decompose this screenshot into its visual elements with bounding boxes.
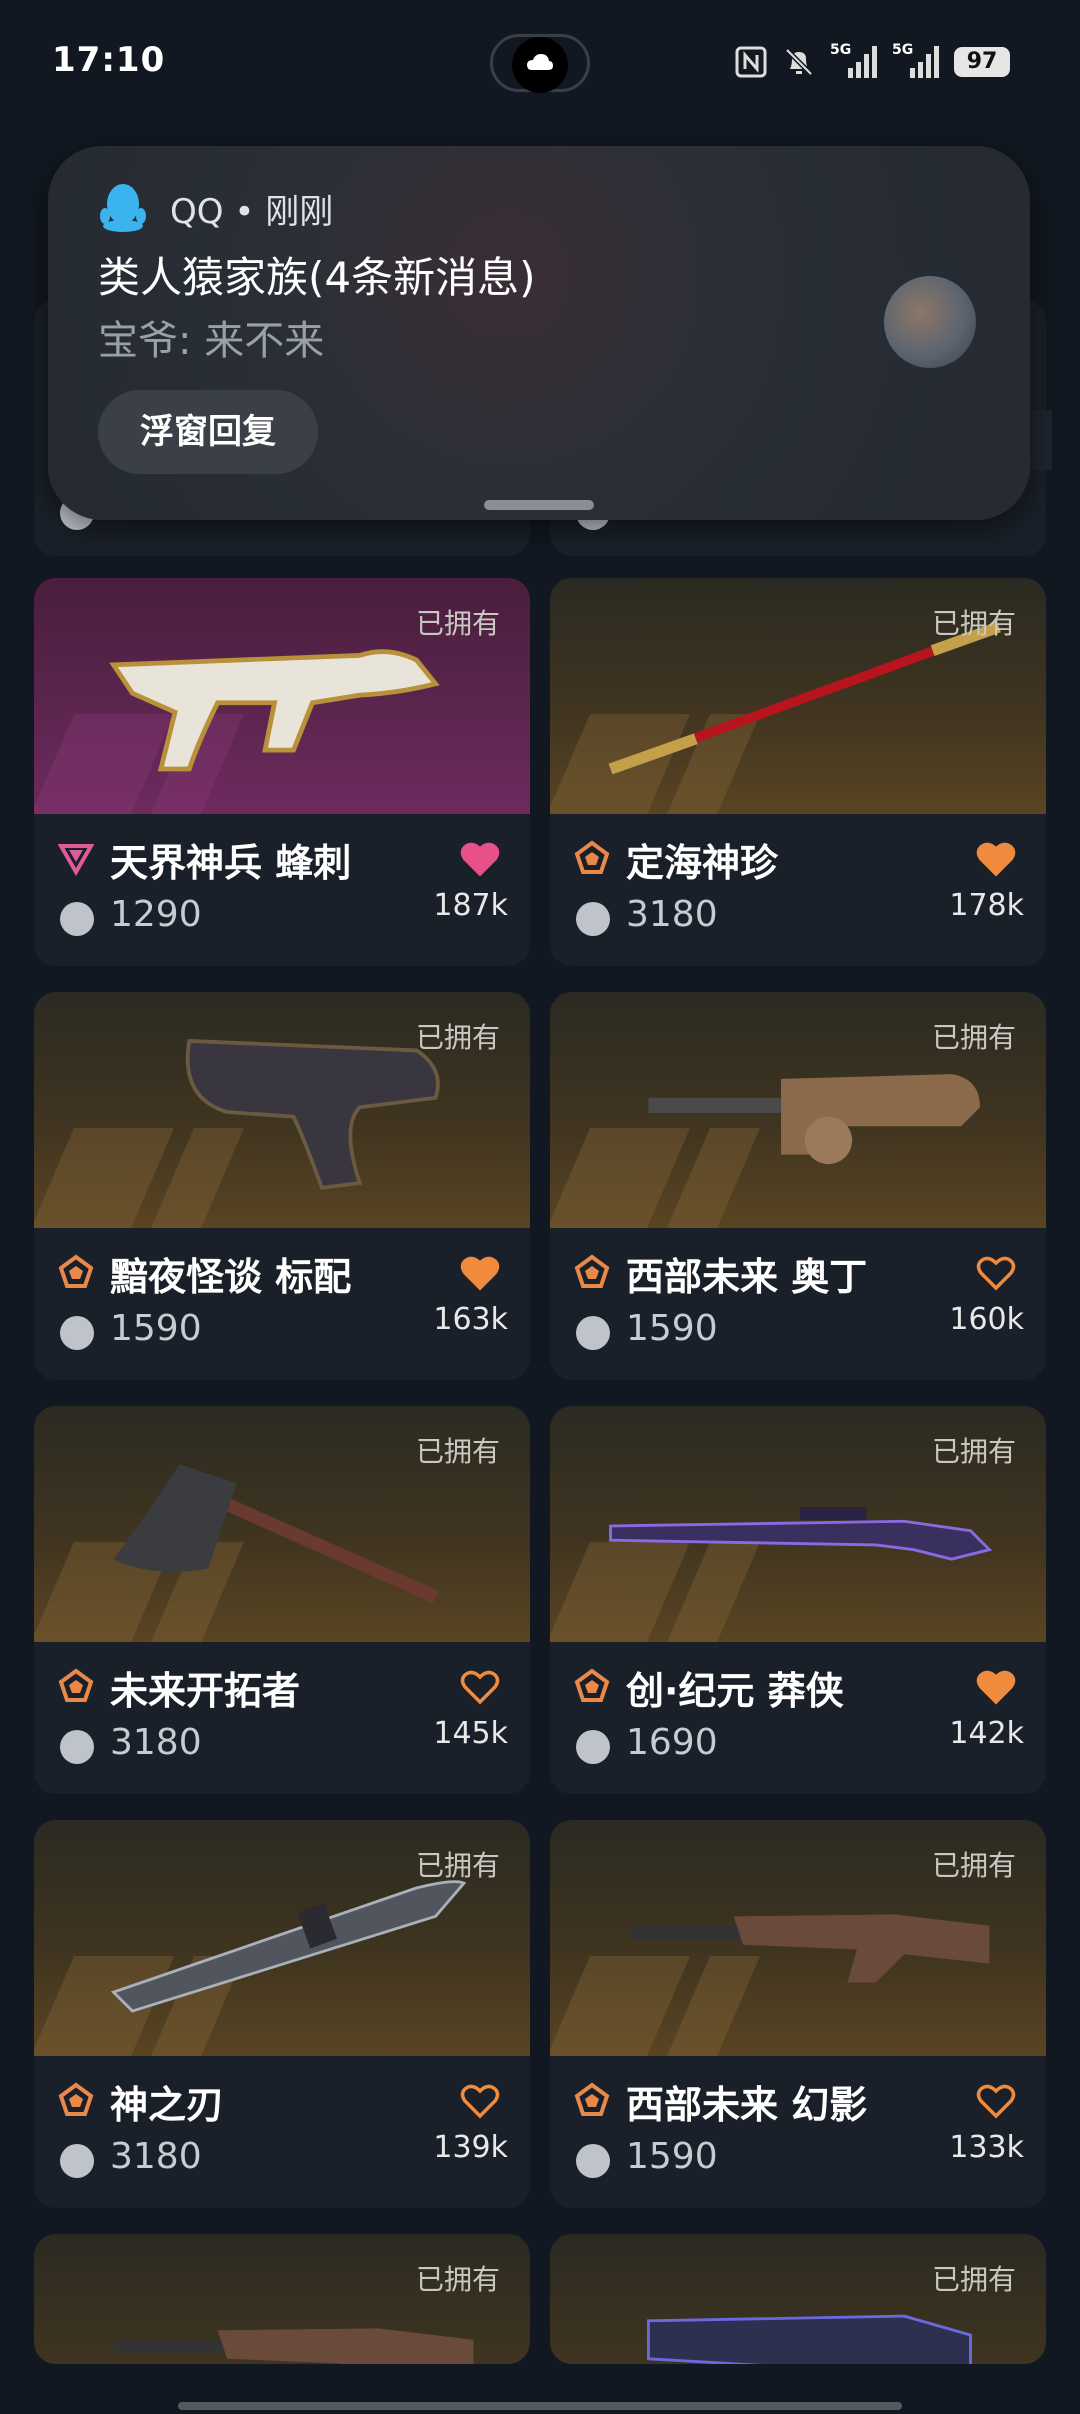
signal-icon-2: 5G [892,42,940,82]
tier-premium-icon [574,840,610,874]
favorite-heart-icon[interactable] [976,2082,1016,2120]
currency-icon [576,2144,610,2178]
notification-app-label: QQ • 刚刚 [170,192,334,232]
weapon-image: 已拥有 [550,2234,1046,2364]
weapon-card[interactable]: 已拥有 天界神兵 蜂刺 1290 187k [34,578,530,966]
weapon-name: 黯夜怪谈 标配 [110,1255,352,1299]
notification-drag-handle[interactable] [484,500,594,510]
currency-icon [60,902,94,936]
signal-icon-1: 5G [830,42,878,82]
weapon-name: 天界神兵 蜂刺 [110,841,352,885]
weapon-image: 已拥有 [34,578,530,814]
weapon-price: 3180 [626,894,718,935]
weapon-price: 3180 [110,2136,202,2177]
notification-title: 类人猿家族(4条新消息) [98,253,536,302]
weapon-image: 已拥有 [34,1406,530,1642]
favorite-heart-icon[interactable] [976,840,1016,878]
weapon-image: 已拥有 [34,2234,530,2364]
weapon-name: 未来开拓者 [110,1669,301,1713]
hotspot-indicator [490,34,590,93]
like-count: 187k [433,888,508,923]
owned-label: 已拥有 [415,1435,500,1468]
home-indicator[interactable] [178,2402,902,2410]
weapon-price: 1590 [626,1308,718,1349]
owned-label: 已拥有 [931,1849,1016,1882]
weapon-name: 西部未来 奥丁 [626,1255,868,1299]
nfc-icon [735,46,767,78]
like-count: 160k [949,1302,1024,1337]
weapon-image: 已拥有 [550,578,1046,814]
like-count: 142k [949,1716,1024,1751]
tier-premium-icon [58,1668,94,1702]
favorite-heart-icon[interactable] [460,840,500,878]
weapon-card[interactable]: 已拥有 定海神珍 3180 178k [550,578,1046,966]
weapon-card[interactable]: 已拥有 未来开拓者 3180 145k [34,1406,530,1794]
weapon-image: 已拥有 [34,1820,530,2056]
weapon-image: 已拥有 [550,992,1046,1228]
bell-muted-icon [785,48,813,76]
currency-icon [60,1316,94,1350]
weapon-name: 神之刃 [110,2083,225,2127]
tier-premium-icon [574,1254,610,1288]
favorite-heart-icon[interactable] [976,1254,1016,1292]
weapon-price: 1290 [110,894,202,935]
owned-label: 已拥有 [415,1849,500,1882]
owned-label: 已拥有 [931,607,1016,640]
notification-body: 宝爷: 来不来 [98,318,325,364]
weapon-card[interactable]: 已拥有 神之刃 3180 139k [34,1820,530,2208]
weapon-card[interactable]: 已拥有 黯夜怪谈 标配 1590 163k [34,992,530,1380]
owned-label: 已拥有 [931,1021,1016,1054]
tier-premium-icon [574,2082,610,2116]
weapon-name: 西部未来 幻影 [626,2083,868,2127]
weapon-image: 已拥有 [34,992,530,1228]
weapon-name: 定海神珍 [626,841,779,885]
currency-icon [576,902,610,936]
status-bar: 17:10 5G 5G 97 [0,0,1080,120]
owned-label: 已拥有 [415,607,500,640]
qq-notification[interactable]: QQ • 刚刚 类人猿家族(4条新消息) 宝爷: 来不来 浮窗回复 [48,146,1030,520]
like-count: 178k [949,888,1024,923]
avatar [884,276,976,368]
cloud-icon [527,54,553,70]
weapon-card[interactable]: 已拥有 [550,2234,1046,2364]
weapon-image: 已拥有 [550,1820,1046,2056]
battery-indicator: 97 [954,47,1010,77]
favorite-heart-icon[interactable] [460,1254,500,1292]
tier-premium-icon [574,1668,610,1702]
favorite-heart-icon[interactable] [460,1668,500,1706]
currency-icon [60,2144,94,2178]
currency-icon [60,1730,94,1764]
float-reply-button[interactable]: 浮窗回复 [98,390,318,474]
owned-label: 已拥有 [415,2263,500,2296]
weapon-price: 1590 [110,1308,202,1349]
like-count: 163k [433,1302,508,1337]
weapon-card[interactable]: 已拥有 西部未来 奥丁 1590 160k [550,992,1046,1380]
weapon-card[interactable]: 已拥有 西部未来 幻影 1590 133k [550,1820,1046,2208]
weapon-card[interactable]: 已拥有 [34,2234,530,2364]
owned-label: 已拥有 [415,1021,500,1054]
owned-label: 已拥有 [931,1435,1016,1468]
weapon-price: 1590 [626,2136,718,2177]
weapon-price: 3180 [110,1722,202,1763]
currency-icon [576,1316,610,1350]
like-count: 145k [433,1716,508,1751]
favorite-heart-icon[interactable] [976,1668,1016,1706]
tier-premium-icon [58,1254,94,1288]
favorite-heart-icon[interactable] [460,2082,500,2120]
weapon-price: 1690 [626,1722,718,1763]
status-time: 17:10 [52,40,166,80]
weapon-image: 已拥有 [550,1406,1046,1642]
like-count: 139k [433,2130,508,2165]
qq-penguin-icon [100,184,146,232]
like-count: 133k [949,2130,1024,2165]
tier-ultra-icon [58,844,94,876]
currency-icon [576,1730,610,1764]
owned-label: 已拥有 [931,2263,1016,2296]
weapon-card[interactable]: 已拥有 创·纪元 莽侠 1690 142k [550,1406,1046,1794]
weapon-name: 创·纪元 莽侠 [626,1669,844,1713]
tier-premium-icon [58,2082,94,2116]
